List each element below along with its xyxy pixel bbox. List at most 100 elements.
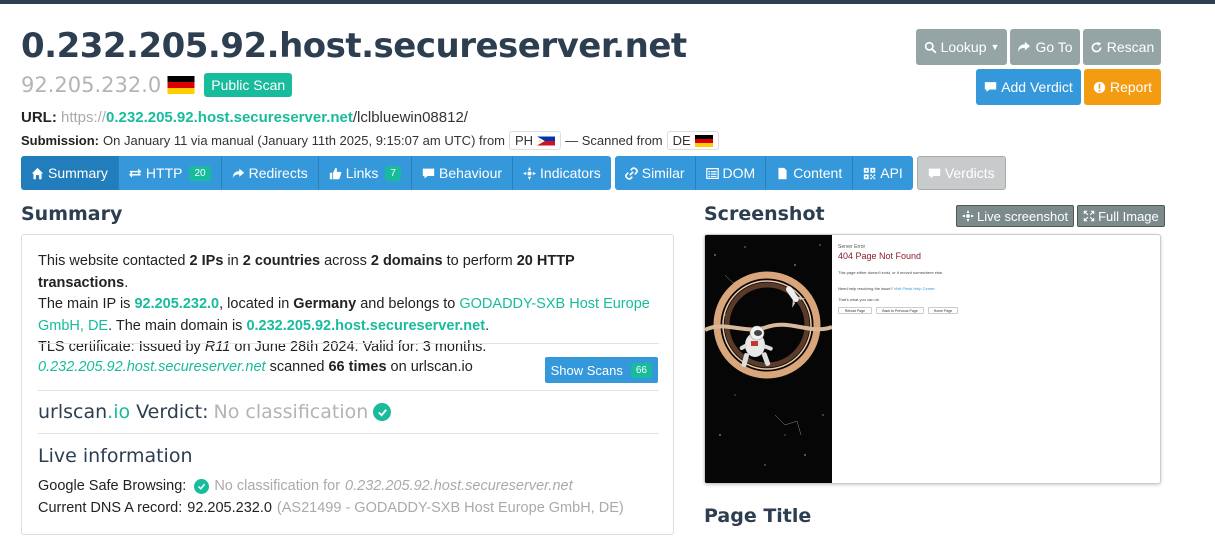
- divider: [38, 390, 659, 391]
- tab-similar[interactable]: Similar: [614, 156, 696, 190]
- rescan-label: Rescan: [1106, 39, 1155, 55]
- page-title-heading: Page Title: [704, 505, 812, 527]
- show-scans-count: 66: [630, 362, 652, 378]
- screenshot-heading: Screenshot: [704, 203, 825, 225]
- rescan-button[interactable]: Rescan: [1083, 29, 1161, 65]
- summary-text-part: in: [223, 253, 243, 269]
- tab-behaviour-label: Behaviour: [438, 165, 503, 181]
- tab-group-main: Summary HTTP 20 Redirects Links 7 Behavi…: [21, 156, 611, 190]
- scan-times: 66 times: [328, 359, 387, 375]
- goto-button[interactable]: Go To: [1010, 29, 1080, 65]
- tab-redirects-label: Redirects: [248, 165, 308, 181]
- link-icon: [624, 166, 638, 180]
- tab-api-label: API: [880, 165, 903, 181]
- comment-icon: [422, 168, 435, 178]
- submission-label: Submission:: [21, 133, 100, 148]
- tab-summary-label: Summary: [48, 165, 108, 181]
- google-safe-browsing-row: Google Safe Browsing: No classification …: [38, 478, 573, 494]
- lookup-button[interactable]: Lookup ▼: [916, 29, 1007, 65]
- germany-flag-icon: [694, 134, 713, 147]
- gsb-value: No classification for: [214, 478, 341, 494]
- qrcode-icon: [864, 167, 876, 179]
- tab-bar: Summary HTTP 20 Redirects Links 7 Behavi…: [21, 156, 1006, 190]
- summary-text-part: to perform: [442, 253, 517, 269]
- crosshairs-icon: [962, 210, 974, 222]
- url-scheme: https://: [61, 109, 107, 126]
- thumbs-up-icon: [329, 167, 342, 179]
- tab-summary[interactable]: Summary: [21, 156, 119, 190]
- preview-line2: Need help resolving the issue? Visit Ple…: [838, 286, 936, 291]
- tab-indicators[interactable]: Indicators: [513, 156, 611, 190]
- summary-text-part: This website contacted: [38, 253, 190, 269]
- summary-text-part: , located in: [219, 296, 294, 312]
- page-preview: Server Error 404 Page Not Found This pag…: [832, 235, 1160, 483]
- summary-text-part: .: [485, 317, 490, 334]
- summary-text-part: across: [320, 253, 371, 269]
- tab-dom[interactable]: DOM: [695, 156, 767, 190]
- goto-label: Go To: [1035, 39, 1073, 55]
- country-count: 2 countries: [242, 253, 321, 269]
- url-path: /lclbluewin08812/: [352, 109, 468, 126]
- scan-domain-link[interactable]: 0.232.205.92.host.secureserver.net: [38, 359, 266, 375]
- tab-content[interactable]: Content: [766, 156, 854, 190]
- dns-value: 92.205.232.0: [187, 500, 272, 516]
- divider: [38, 433, 659, 434]
- add-verdict-button[interactable]: Add Verdict: [976, 69, 1081, 105]
- lookup-label: Lookup: [940, 39, 987, 55]
- screenshot-buttons: Live screenshot Full Image: [956, 205, 1165, 227]
- germany-flag-icon: [167, 76, 195, 94]
- verdict-label: Verdict:: [130, 401, 209, 423]
- astronaut-portal-illustration: [705, 235, 833, 483]
- report-label: Report: [1109, 79, 1153, 95]
- url-domain[interactable]: 0.232.205.92.host.secureserver.net: [106, 109, 353, 126]
- dns-label: Current DNS A record:: [38, 500, 183, 516]
- summary-text-part: The main IP is: [38, 296, 135, 312]
- full-image-button[interactable]: Full Image: [1077, 205, 1165, 227]
- refresh-icon: [1091, 41, 1102, 52]
- preview-help-link: Visit Plesk Help Center.: [893, 286, 936, 291]
- share-arrow-icon: [1018, 41, 1031, 53]
- divider: [38, 343, 659, 344]
- philippines-flag-icon: [537, 136, 556, 145]
- expand-icon: [1083, 210, 1095, 222]
- show-scans-button[interactable]: Show Scans 66: [544, 357, 658, 383]
- full-image-label: Full Image: [1098, 208, 1159, 224]
- space-illustration: [705, 235, 833, 483]
- preview-home-button: Home Page: [928, 307, 958, 314]
- tab-links[interactable]: Links 7: [318, 156, 412, 190]
- main-country: Germany: [293, 296, 357, 312]
- from-country-code: PH: [515, 133, 534, 148]
- summary-text-part: . The main domain is: [108, 317, 247, 334]
- ip-count: 2 IPs: [189, 253, 224, 269]
- home-icon: [31, 167, 44, 179]
- submission-line: Submission: On January 11 via manual (Ja…: [21, 131, 719, 150]
- tab-links-count: 7: [385, 165, 401, 181]
- tab-redirects[interactable]: Redirects: [221, 156, 319, 190]
- summary-text-part: TLS certificate: Issued by: [38, 339, 205, 355]
- tab-dom-label: DOM: [722, 165, 756, 181]
- main-ip[interactable]: 92.205.232.0: [21, 73, 161, 97]
- check-circle-icon: [194, 478, 210, 494]
- crosshairs-icon: [523, 166, 537, 180]
- live-info-heading: Live information: [38, 445, 193, 467]
- comment-icon: [985, 82, 997, 92]
- tab-similar-label: Similar: [641, 165, 685, 181]
- from-country-pill: PH: [509, 131, 562, 150]
- tab-api[interactable]: API: [853, 156, 913, 190]
- search-icon: [924, 41, 936, 53]
- main-domain-link[interactable]: 0.232.205.92.host.secureserver.net: [246, 318, 485, 334]
- report-button[interactable]: Report: [1084, 69, 1161, 105]
- tab-behaviour[interactable]: Behaviour: [411, 156, 514, 190]
- preview-line3: That's what you can do: [838, 297, 880, 302]
- page-screenshot[interactable]: Server Error 404 Page Not Found This pag…: [704, 234, 1161, 484]
- tab-http-count: 20: [189, 165, 211, 181]
- tab-verdicts[interactable]: Verdicts: [916, 156, 1006, 190]
- live-screenshot-button[interactable]: Live screenshot: [956, 205, 1075, 227]
- submission-text: On January 11 via manual (January 11th 2…: [103, 133, 506, 148]
- summary-text-part: on June 28th 2024. Valid for: 3 months.: [230, 339, 487, 355]
- tab-http[interactable]: HTTP 20: [118, 156, 222, 190]
- top-bar: [0, 0, 1215, 4]
- preview-line1: This page either doesn't exist, or it mo…: [838, 270, 944, 275]
- main-ip-link[interactable]: 92.205.232.0: [134, 296, 219, 312]
- scan-text-part: scanned: [265, 359, 329, 375]
